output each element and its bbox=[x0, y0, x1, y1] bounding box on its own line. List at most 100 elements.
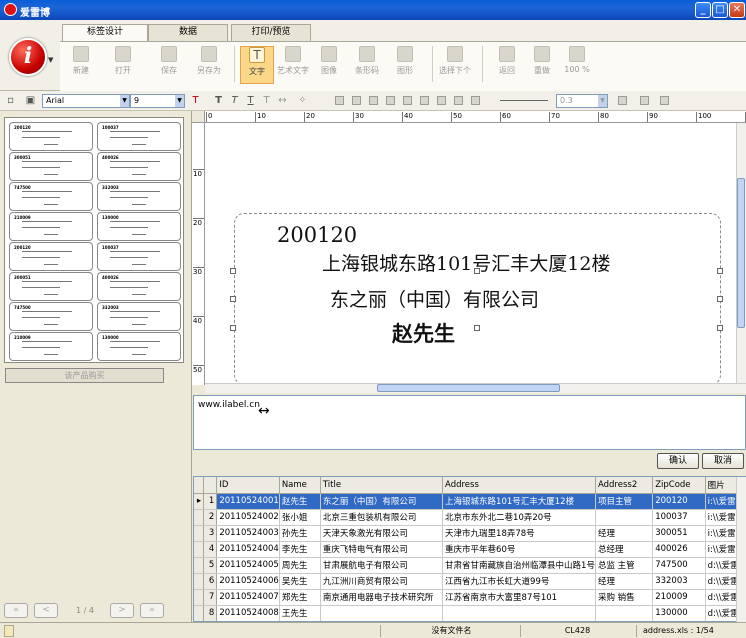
table-cell[interactable]: 332003 bbox=[652, 573, 706, 590]
underline-icon[interactable]: T bbox=[245, 95, 256, 106]
last-page-button[interactable]: » bbox=[140, 603, 164, 618]
table-row[interactable]: 2 20110524002 张小姐 北京三重包装机有限公司 北京市东外北二巷10弄20号… bbox=[194, 509, 745, 526]
label-thumbnail[interactable]: 130000 bbox=[97, 212, 181, 241]
art-text-button[interactable]: 艺术文字 bbox=[276, 46, 310, 84]
fill-color-icon[interactable] bbox=[618, 96, 627, 105]
table-cell[interactable]: 江苏省南京市大富里87号101 bbox=[442, 589, 596, 606]
table-cell[interactable] bbox=[320, 605, 444, 621]
strikethrough-icon[interactable]: T bbox=[261, 95, 272, 106]
table-cell[interactable]: 20110524005 bbox=[216, 557, 280, 574]
label-address[interactable]: 上海银城东路101号汇丰大厦12楼 bbox=[322, 249, 610, 276]
resize-handle[interactable] bbox=[717, 325, 723, 331]
table-row[interactable]: 3 20110524003 孙先生 天津天象激光有限公司 天津市九瑞里18弄78号 经理 3… bbox=[194, 525, 745, 542]
table-cell[interactable]: 上海银城东路101号汇丰大厦12楼 bbox=[442, 493, 596, 510]
label-zipcode[interactable]: 200120 bbox=[277, 223, 357, 247]
table-cell[interactable]: 100037 bbox=[652, 509, 706, 526]
vertical-scroll-thumb[interactable] bbox=[737, 178, 745, 328]
table-cell[interactable]: 经理 bbox=[595, 573, 654, 590]
prev-page-button[interactable]: < bbox=[34, 603, 58, 618]
line-style-icon[interactable] bbox=[500, 100, 548, 101]
table-cell[interactable]: 郑先生 bbox=[279, 589, 321, 606]
horizontal-scroll-thumb[interactable] bbox=[377, 384, 560, 392]
image-button[interactable]: 图像 bbox=[312, 46, 346, 84]
close-button[interactable]: ✕ bbox=[729, 2, 745, 18]
effects-icon[interactable]: ✧ bbox=[297, 95, 308, 106]
table-row[interactable]: 4 20110524004 李先生 重庆飞特电气有限公司 重庆市平年巷60号 总经理 400… bbox=[194, 541, 745, 558]
tab-label-design[interactable]: 标签设计 bbox=[62, 24, 148, 42]
table-cell[interactable]: 张小姐 bbox=[279, 509, 321, 526]
table-cell[interactable]: 总监 主管 bbox=[595, 557, 654, 574]
label-thumbnail[interactable]: 210009 bbox=[9, 332, 93, 361]
table-cell[interactable] bbox=[595, 509, 654, 526]
shape-button[interactable]: 图形 bbox=[388, 46, 422, 84]
page-icon[interactable]: ▫ bbox=[5, 95, 16, 106]
grid-vertical-scrollbar[interactable] bbox=[736, 477, 746, 622]
table-cell[interactable]: 甘肃省甘南藏族自治州临潭县中山路1号 bbox=[442, 557, 596, 574]
italic-icon[interactable]: T bbox=[229, 95, 240, 106]
table-cell[interactable]: 项目主管 bbox=[595, 493, 654, 510]
label-thumbnail[interactable]: 100037 bbox=[97, 242, 181, 271]
table-cell[interactable]: 20110524007 bbox=[216, 589, 280, 606]
table-cell[interactable]: 采购 销售 bbox=[595, 589, 654, 606]
align-justify-icon[interactable] bbox=[386, 96, 395, 105]
cancel-button[interactable]: 取消 bbox=[702, 453, 744, 469]
text-button[interactable]: T 文字 bbox=[240, 46, 274, 84]
label-thumbnail[interactable]: 300051 bbox=[9, 272, 93, 301]
table-cell[interactable]: 江西省九江市长虹大道99号 bbox=[442, 573, 596, 590]
label-thumbnail[interactable]: 332003 bbox=[97, 302, 181, 331]
label-thumbnail[interactable]: 747500 bbox=[9, 302, 93, 331]
table-cell[interactable]: 东之丽（中国）有限公司 bbox=[320, 493, 444, 510]
table-cell[interactable]: 天津天象激光有限公司 bbox=[320, 525, 444, 542]
group-icon[interactable] bbox=[437, 96, 446, 105]
spacing-icon[interactable]: ↔ bbox=[277, 95, 288, 106]
order-icon[interactable] bbox=[471, 96, 480, 105]
label-thumbnail[interactable]: 400026 bbox=[97, 152, 181, 181]
table-cell[interactable]: 重庆飞特电气有限公司 bbox=[320, 541, 444, 558]
undo-button[interactable]: 返回 bbox=[490, 46, 524, 84]
table-cell[interactable]: 400026 bbox=[652, 541, 706, 558]
table-cell[interactable]: 甘肃展航电子有限公司 bbox=[320, 557, 444, 574]
table-cell[interactable]: 200120 bbox=[652, 493, 706, 510]
align-center-icon[interactable] bbox=[352, 96, 361, 105]
table-row[interactable]: 7 20110524007 郑先生 南京通用电器电子技术研究所 江苏省南京市大富里87号… bbox=[194, 589, 745, 606]
label-thumbnail[interactable]: 100037 bbox=[97, 122, 181, 151]
table-cell[interactable]: 20110524008 bbox=[216, 605, 280, 621]
resize-handle[interactable] bbox=[717, 296, 723, 302]
table-cell[interactable]: 20110524003 bbox=[216, 525, 280, 542]
table-cell[interactable] bbox=[595, 605, 654, 621]
column-header-address[interactable]: Address bbox=[442, 477, 596, 494]
table-cell[interactable]: 王先生 bbox=[279, 605, 321, 621]
table-cell[interactable]: 130000 bbox=[652, 605, 706, 621]
column-header-name[interactable]: Name bbox=[279, 477, 321, 494]
table-cell[interactable]: 九江洲川商贸有限公司 bbox=[320, 573, 444, 590]
label-thumbnail[interactable]: 400026 bbox=[97, 272, 181, 301]
zoom-button[interactable]: 100 % bbox=[560, 46, 594, 84]
ungroup-icon[interactable] bbox=[454, 96, 463, 105]
text-editor[interactable]: www.ilabel.cn bbox=[193, 395, 746, 450]
table-cell[interactable] bbox=[442, 605, 596, 621]
table-cell[interactable]: 20110524001 bbox=[216, 493, 280, 510]
resize-handle[interactable] bbox=[230, 268, 236, 274]
shadow-icon[interactable] bbox=[660, 96, 669, 105]
table-row[interactable]: 6 20110524006 吴先生 九江洲川商贸有限公司 江西省九江市长虹大道99号 经理… bbox=[194, 573, 745, 590]
label-thumbnail[interactable]: 747500 bbox=[9, 182, 93, 211]
app-menu-button[interactable]: i bbox=[9, 38, 47, 76]
table-cell[interactable]: 李先生 bbox=[279, 541, 321, 558]
tab-data[interactable]: 数据 bbox=[148, 24, 228, 41]
border-color-icon[interactable] bbox=[640, 96, 649, 105]
barcode-button[interactable]: 条形码 bbox=[350, 46, 384, 84]
font-color-icon[interactable]: T bbox=[190, 95, 201, 106]
column-header-zipcode[interactable]: ZipCode bbox=[652, 477, 706, 494]
table-cell[interactable]: 北京三重包装机有限公司 bbox=[320, 509, 444, 526]
tab-print-preview[interactable]: 打印/预览 bbox=[231, 24, 311, 41]
chevron-down-icon[interactable]: ▼ bbox=[48, 56, 53, 64]
table-cell[interactable]: 北京市东外北二巷10弄20号 bbox=[442, 509, 596, 526]
table-cell[interactable]: 赵先生 bbox=[279, 493, 321, 510]
new-button[interactable]: 新建 bbox=[64, 46, 98, 84]
label-thumbnail[interactable]: 332003 bbox=[97, 182, 181, 211]
table-cell[interactable]: 总经理 bbox=[595, 541, 654, 558]
redo-button[interactable]: 重做 bbox=[525, 46, 559, 84]
table-cell[interactable]: 20110524004 bbox=[216, 541, 280, 558]
buy-product-button[interactable]: 该产品购买 bbox=[5, 368, 164, 383]
label-thumbnail[interactable]: 200120 bbox=[9, 122, 93, 151]
